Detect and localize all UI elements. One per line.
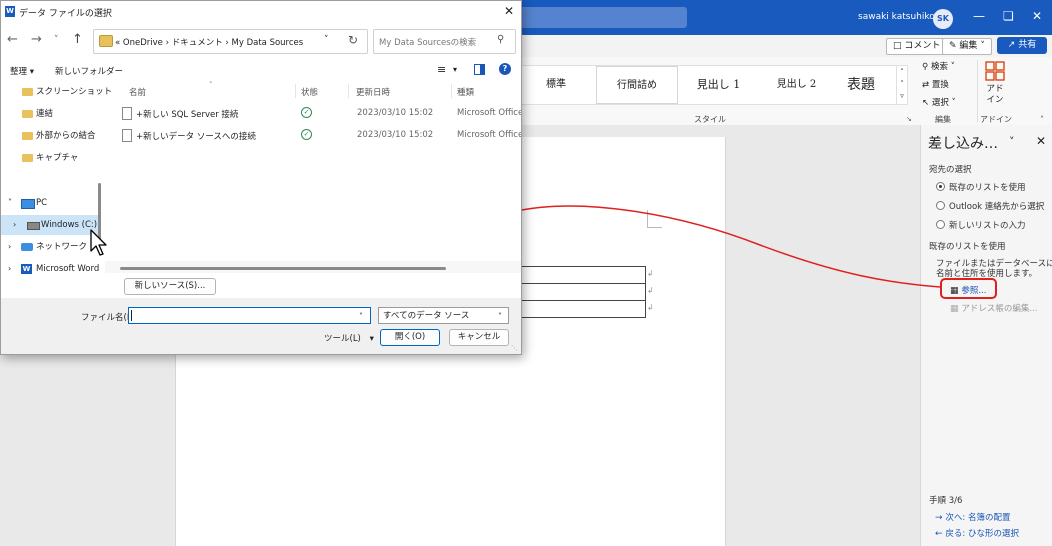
dialog-close-icon[interactable]: ✕ [504,4,514,18]
annotation-highlight-box [940,278,997,299]
chevron-down-icon[interactable]: ˅ [324,35,329,45]
word-app-icon: W [5,6,15,17]
annotation-arrow [511,205,941,288]
mouse-cursor-icon [90,229,107,256]
breadcrumb-item[interactable]: My Data Sources [232,38,304,48]
folder-icon [22,110,33,118]
dialog-bottom-panel: ファイル名(N): ˅ すべてのデータ ソース ˅ ツール(L) ▾ 開く(O)… [1,298,521,354]
column-header-status[interactable]: 状態 [301,86,318,98]
sort-ascending-icon: ˄ [209,81,213,89]
new-source-button[interactable]: 新しいソース(S)... [124,278,216,295]
nav-item-screenshots[interactable]: スクリーンショット [1,82,112,102]
column-header-name[interactable]: 名前 [129,86,146,98]
nav-item-external-merge[interactable]: 外部からの結合 [1,126,99,146]
filename-field[interactable]: ˅ [128,307,371,324]
breadcrumb-item[interactable]: OneDrive [123,38,163,48]
search-icon[interactable]: ⚲ [497,34,504,45]
file-modified: 2023/03/10 15:02 [357,130,434,140]
folder-icon [22,88,33,96]
open-button[interactable]: 開く(O) [380,329,440,346]
folder-icon [22,154,33,162]
nav-item-pc[interactable]: ˅ PC [1,193,99,213]
chevron-down-icon[interactable]: ˅ [8,193,12,213]
network-icon [21,243,33,251]
back-arrow-icon[interactable]: ← [7,32,18,47]
file-type: Microsoft Office D [457,108,521,118]
file-row[interactable]: +新しいデータ ソースへの接続 ✓ 2023/03/10 15:02 Micro… [105,125,521,147]
breadcrumb-item[interactable]: ドキュメント [172,38,223,48]
address-bar[interactable]: « OneDrive › ドキュメント › My Data Sources ˅ … [93,29,368,54]
chevron-down-icon[interactable]: ▾ [453,65,457,74]
dialog-title-bar: W データ ファイルの選択 ✕ [1,1,521,23]
filetype-select[interactable]: すべてのデータ ソース ˅ [378,307,509,324]
file-type: Microsoft Office D [457,130,521,140]
text-cursor [131,310,132,321]
sync-ok-icon: ✓ [301,107,312,118]
nav-item-microsoft-word[interactable]: › W Microsoft Word [1,259,99,279]
breadcrumb: « OneDrive › ドキュメント › My Data Sources [115,38,304,48]
file-icon [122,107,132,120]
help-icon[interactable]: ? [499,63,511,75]
up-arrow-icon[interactable]: ↑ [72,32,83,47]
file-name: +新しい SQL Server 接続 [136,110,239,120]
view-options-icon[interactable]: ≡ [437,63,446,76]
file-dialog: W データ ファイルの選択 ✕ ← → ˅ ↑ « OneDrive › ドキュ… [0,0,522,355]
organize-button[interactable]: 整理 ▾ [10,65,34,77]
resize-grip-icon[interactable]: ⋱ [511,344,518,352]
dialog-toolbar: 整理 ▾ 新しいフォルダー ≡ ▾ ? [1,59,521,81]
file-icon [122,129,132,142]
file-row[interactable]: +新しい SQL Server 接続 ✓ 2023/03/10 15:02 Mi… [105,103,521,125]
nav-item-network[interactable]: › ネットワーク [1,237,99,257]
nav-item-windows-c[interactable]: › Windows (C:) [1,215,99,235]
dialog-title: データ ファイルの選択 [19,9,112,19]
nav-item-renketsu[interactable]: 連結 [1,104,99,124]
word-icon: W [21,264,32,274]
scrollbar-thumb[interactable] [120,267,446,270]
sync-ok-icon: ✓ [301,129,312,140]
column-header-modified[interactable]: 更新日時 [356,86,390,98]
chevron-down-icon: ▾ [369,334,374,344]
drive-icon [27,222,40,230]
nav-item-capture[interactable]: キャプチャ [1,148,99,168]
file-name: +新しいデータ ソースへの接続 [136,132,256,142]
tools-button[interactable]: ツール(L) ▾ [324,332,374,344]
chevron-right-icon[interactable]: › [8,259,11,279]
chevron-right-icon: › [225,38,229,48]
chevron-down-icon[interactable]: ˅ [498,309,502,324]
column-header-type[interactable]: 種類 [457,86,474,98]
chevron-down-icon[interactable]: ˅ [359,309,363,324]
pc-icon [21,199,35,209]
file-modified: 2023/03/10 15:02 [357,108,434,118]
search-input[interactable]: My Data Sourcesの検索 ⚲ [373,29,516,54]
refresh-icon[interactable]: ↻ [348,33,358,47]
recent-locations-icon[interactable]: ˅ [54,35,59,45]
cancel-button[interactable]: キャンセル [449,329,509,346]
search-placeholder: My Data Sourcesの検索 [379,38,477,48]
chevron-right-icon: › [165,38,169,48]
chevron-right-icon[interactable]: › [13,215,16,235]
folder-icon [99,35,113,47]
horizontal-scrollbar [105,261,521,273]
folder-icon [22,132,33,140]
forward-arrow-icon[interactable]: → [31,32,42,47]
new-folder-button[interactable]: 新しいフォルダー [55,65,123,77]
chevron-right-icon[interactable]: › [8,237,11,257]
preview-pane-icon[interactable] [474,64,485,75]
chevron-down-icon: ▾ [29,67,34,77]
